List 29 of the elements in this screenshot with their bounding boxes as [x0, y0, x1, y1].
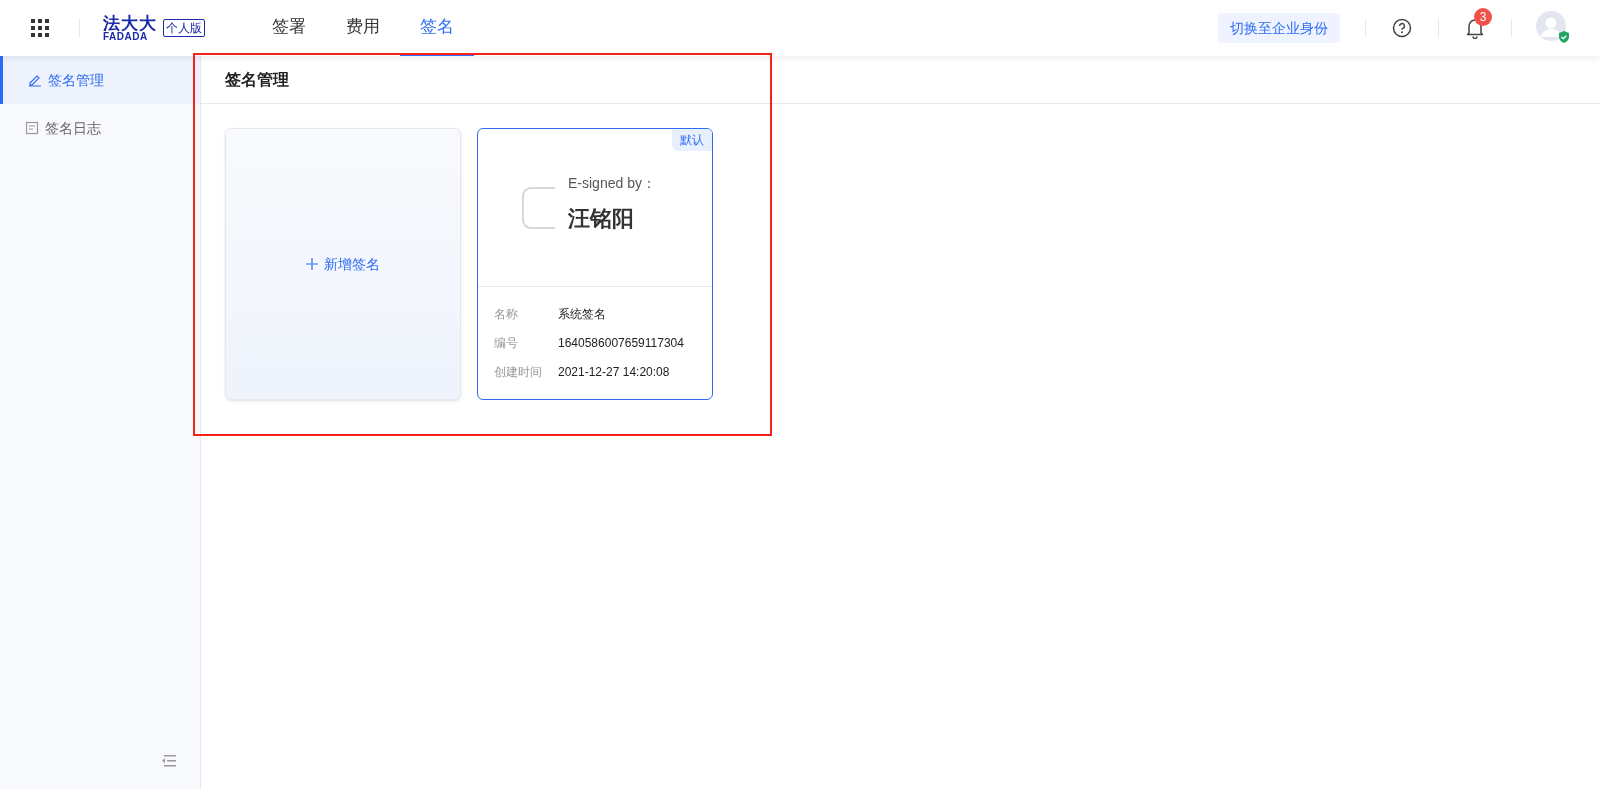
- document-icon: [25, 121, 39, 135]
- edition-badge: 个人版: [163, 19, 205, 37]
- field-label: 编号: [494, 335, 519, 352]
- collapse-menu-icon[interactable]: [162, 755, 176, 767]
- signed-by-label: E-signed by：: [568, 173, 656, 193]
- field-value: 系统签名: [558, 306, 606, 323]
- field-label: 创建时间: [494, 364, 543, 381]
- field-label: 名称: [494, 306, 519, 323]
- sidebar-item[interactable]: 签名管理: [0, 56, 200, 104]
- page-title: 签名管理: [225, 69, 289, 90]
- logo: 法大大 FADADA: [103, 14, 157, 42]
- field-value: 2021-12-27 14:20:08: [558, 364, 670, 381]
- apps-grid-icon[interactable]: [31, 19, 49, 37]
- sidebar-item[interactable]: 签名日志: [0, 104, 200, 152]
- nav-tab[interactable]: 费用: [326, 0, 400, 56]
- notification-count-badge: 3: [1474, 8, 1492, 26]
- default-tag: 默认: [672, 129, 712, 151]
- signature-card[interactable]: 默认 E-signed by： 汪铭阳 名称 系统签名 编号 1640586007659117304 创建时间 2021-12-27 14:20:08: [477, 128, 713, 400]
- pencil-icon: [28, 73, 42, 87]
- help-icon[interactable]: [1392, 18, 1412, 38]
- signer-name: 汪铭阳: [568, 204, 635, 233]
- nav-tab[interactable]: 签署: [252, 0, 326, 56]
- add-signature-card[interactable]: 新增签名: [225, 128, 461, 400]
- plus-icon: [306, 258, 318, 270]
- switch-identity-button[interactable]: 切换至企业身份: [1218, 13, 1340, 43]
- field-value: 1640586007659117304: [558, 335, 684, 352]
- nav-tab[interactable]: 签名: [400, 0, 474, 56]
- signature-bracket-icon: [522, 186, 556, 229]
- avatar-icon[interactable]: [1536, 11, 1570, 45]
